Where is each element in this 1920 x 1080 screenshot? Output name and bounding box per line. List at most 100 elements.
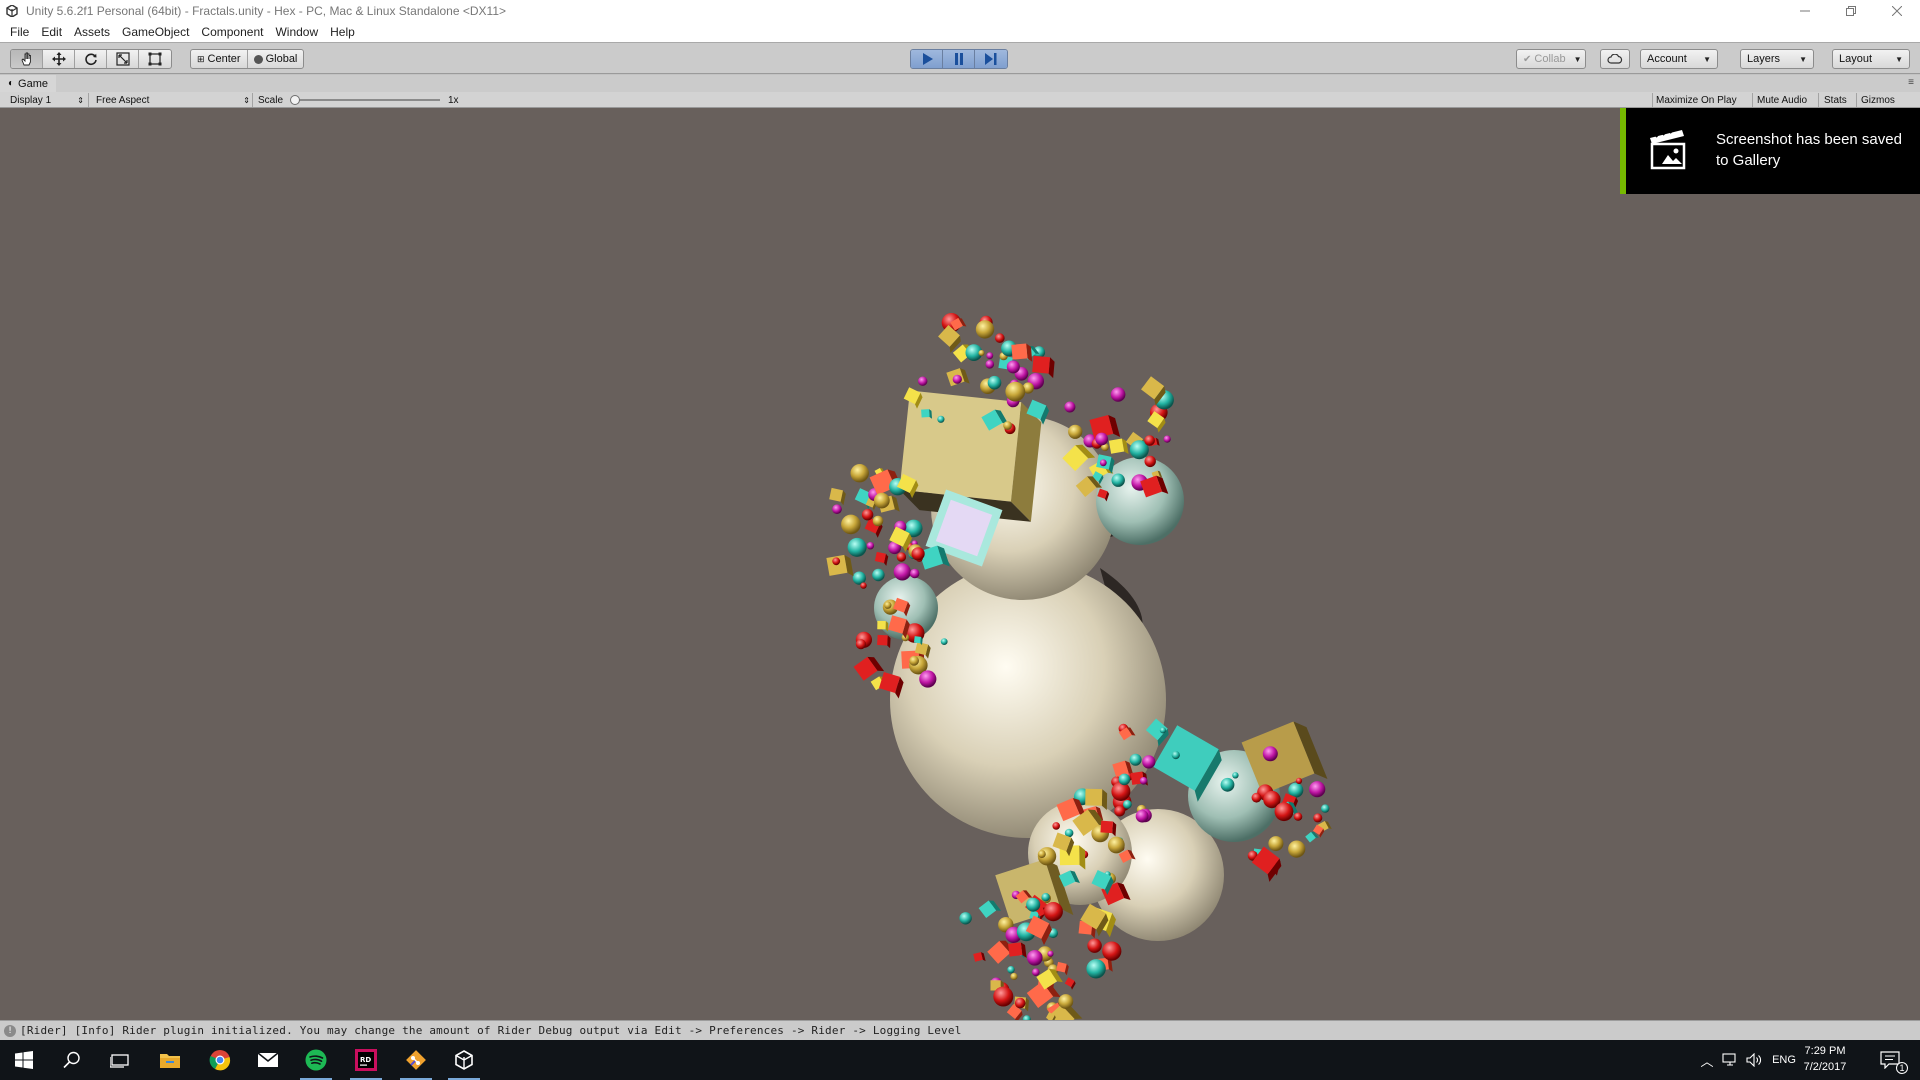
- layers-dropdown[interactable]: Layers ▼: [1740, 49, 1814, 69]
- layout-label: Layout: [1839, 53, 1873, 65]
- ornament-sphere: [1068, 424, 1083, 439]
- move-icon[interactable]: [43, 50, 75, 68]
- menu-gameobject[interactable]: GameObject: [116, 25, 195, 39]
- maximize-on-play-toggle[interactable]: Maximize On Play: [1656, 92, 1737, 108]
- ornament-cube: [826, 554, 854, 577]
- menu-bar: File Edit Assets GameObject Component Wi…: [0, 22, 1920, 42]
- rect-icon[interactable]: [139, 50, 171, 68]
- ornament-sphere: [952, 374, 962, 384]
- window-title: Unity 5.6.2f1 Personal (64bit) - Fractal…: [26, 4, 506, 18]
- close-icon[interactable]: [1874, 0, 1920, 22]
- ornament-sphere: [1111, 782, 1131, 801]
- minimize-icon[interactable]: [1782, 0, 1828, 22]
- task-view-icon[interactable]: [96, 1040, 144, 1080]
- ornament-sphere: [1293, 812, 1303, 821]
- ornament-sphere: [1251, 792, 1262, 803]
- collab-dropdown[interactable]: ✔ Collab ▼: [1516, 49, 1586, 69]
- pivot-rotation-button[interactable]: Global: [248, 50, 304, 68]
- taskbar-clock[interactable]: 7:29 PM 7/2/2017: [1792, 1043, 1858, 1075]
- menu-window[interactable]: Window: [269, 25, 324, 39]
- action-center-icon[interactable]: 1: [1868, 1040, 1912, 1080]
- ornament-sphere: [937, 415, 945, 423]
- game-tab-strip: ◐ Game ≡: [0, 75, 1920, 92]
- cloud-button[interactable]: [1600, 49, 1630, 69]
- ornament-sphere: [1058, 994, 1074, 1009]
- ornament-sphere: [1099, 459, 1107, 467]
- svg-text:RD: RD: [360, 1056, 371, 1064]
- ornament-sphere: [1026, 897, 1041, 912]
- volume-icon[interactable]: [1742, 1053, 1766, 1067]
- ornament-sphere: [918, 376, 928, 386]
- ornament-cube: [874, 551, 889, 566]
- restore-icon[interactable]: [1828, 0, 1874, 22]
- git-icon[interactable]: [392, 1040, 440, 1080]
- ornament-sphere: [985, 360, 995, 369]
- menu-help[interactable]: Help: [324, 25, 361, 39]
- menu-file[interactable]: File: [4, 25, 35, 39]
- scale-value: 1x: [448, 94, 459, 106]
- ornament-sphere: [1321, 804, 1330, 813]
- ornament-sphere: [986, 352, 994, 360]
- pause-icon[interactable]: [943, 50, 975, 68]
- mail-icon[interactable]: [244, 1040, 292, 1080]
- ornament-sphere: [1118, 773, 1131, 786]
- network-icon[interactable]: [1718, 1053, 1742, 1067]
- step-icon[interactable]: [975, 50, 1007, 68]
- account-dropdown[interactable]: Account ▼: [1640, 49, 1718, 69]
- ornament-sphere: [872, 568, 885, 582]
- search-icon[interactable]: [48, 1040, 96, 1080]
- notification-badge: 1: [1896, 1062, 1908, 1074]
- chrome-icon[interactable]: [196, 1040, 244, 1080]
- ornament-sphere: [1107, 836, 1125, 854]
- menu-assets[interactable]: Assets: [68, 25, 116, 39]
- ornament-sphere: [872, 515, 884, 527]
- ornament-sphere: [909, 655, 919, 666]
- ornament-sphere: [873, 492, 890, 509]
- ornament-sphere: [832, 557, 841, 566]
- divider: [252, 93, 253, 107]
- scale-label: Scale: [258, 94, 284, 106]
- pivot-mode-button[interactable]: ⊞ Center: [191, 50, 248, 68]
- tab-game[interactable]: ◐ Game: [0, 75, 57, 92]
- console-status-bar[interactable]: ! [Rider] [Info] Rider plugin initialize…: [0, 1020, 1920, 1040]
- ornament-sphere: [1041, 893, 1050, 902]
- scale-icon[interactable]: [107, 50, 139, 68]
- ornament-sphere: [910, 568, 920, 579]
- ornament-sphere: [896, 552, 907, 562]
- unity-icon[interactable]: [440, 1040, 488, 1080]
- ornament-sphere: [884, 601, 892, 609]
- divider: [1752, 93, 1753, 107]
- stats-toggle[interactable]: Stats: [1824, 92, 1847, 108]
- spotify-icon[interactable]: [292, 1040, 340, 1080]
- ornament-sphere: [1135, 809, 1149, 823]
- gizmos-dropdown[interactable]: Gizmos: [1861, 92, 1895, 108]
- file-explorer-icon[interactable]: [146, 1040, 194, 1080]
- unity-logo-icon: [4, 3, 20, 19]
- game-viewport[interactable]: Screenshot has been saved to Gallery: [0, 108, 1920, 1020]
- tab-menu-icon[interactable]: ≡: [1908, 77, 1914, 88]
- ornament-cube: [1056, 961, 1069, 976]
- ornament-sphere: [1095, 432, 1109, 446]
- layout-dropdown[interactable]: Layout ▼: [1832, 49, 1910, 69]
- ornament-sphere: [1313, 813, 1323, 823]
- film-gallery-icon: [1650, 128, 1686, 170]
- menu-component[interactable]: Component: [195, 25, 269, 39]
- rider-icon[interactable]: RD: [342, 1040, 390, 1080]
- windows-start-icon[interactable]: [0, 1040, 48, 1080]
- menu-edit[interactable]: Edit: [35, 25, 68, 39]
- play-icon[interactable]: [911, 50, 943, 68]
- system-tray: ︿ ENG: [1696, 1040, 1802, 1080]
- display-dropdown[interactable]: Display 1 ⇕: [10, 92, 84, 108]
- ornament-sphere: [1064, 401, 1076, 413]
- aspect-dropdown[interactable]: Free Aspect ⇕: [96, 92, 250, 108]
- scale-slider-thumb[interactable]: [290, 95, 300, 105]
- ornament-sphere: [832, 504, 842, 514]
- hand-icon[interactable]: [11, 50, 43, 68]
- rotate-icon[interactable]: [75, 50, 107, 68]
- divider: [1652, 93, 1653, 107]
- chevron-up-icon[interactable]: ︿: [1696, 1051, 1718, 1070]
- scale-slider-track[interactable]: [292, 99, 440, 101]
- game-controller-icon: ◐: [8, 78, 15, 89]
- ornament-sphere: [1111, 473, 1125, 487]
- mute-audio-toggle[interactable]: Mute Audio: [1757, 92, 1807, 108]
